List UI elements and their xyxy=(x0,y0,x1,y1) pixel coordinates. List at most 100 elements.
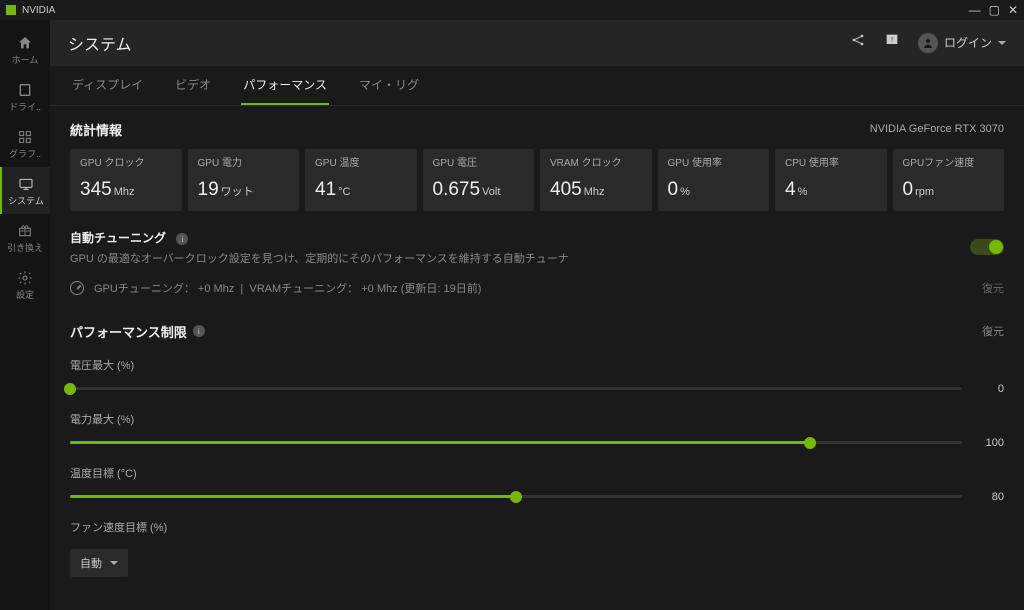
stat-label: GPU 温度 xyxy=(315,159,407,169)
auto-tune-description: GPU の最適なオーバークロック設定を見つけ、定期的にそのパフォーマンスを維持す… xyxy=(70,250,970,266)
sidebar-item-home[interactable]: ホーム xyxy=(0,26,50,73)
perf-limit-title: パフォーマンス制限 xyxy=(70,322,187,341)
stat-unit: % xyxy=(680,186,690,198)
stat-label: GPU 使用率 xyxy=(668,159,760,169)
slider-label: 温度目標 (°C) xyxy=(70,465,1004,481)
stat-unit: ワット xyxy=(221,186,254,198)
login-button[interactable]: ログイン xyxy=(918,33,1006,53)
maximize-button[interactable]: ▢ xyxy=(989,3,1000,17)
login-label: ログイン xyxy=(944,34,992,51)
stat-card: GPU 電力 19ワット xyxy=(188,149,300,211)
stat-value: 4 xyxy=(785,179,796,200)
stat-label: GPU クロック xyxy=(80,159,172,169)
gpu-name: NVIDIA GeForce RTX 3070 xyxy=(870,123,1004,135)
slider-thumb[interactable] xyxy=(510,491,522,503)
slider-value: 0 xyxy=(976,383,1004,395)
tab-myrig[interactable]: マイ・リグ xyxy=(357,66,421,105)
stat-label: GPU 電圧 xyxy=(433,159,525,169)
fan-speed-select[interactable]: 自動 xyxy=(70,549,128,577)
sidebar: ホーム ドライ.. グラフ.. システム 引き換え 設定 xyxy=(0,20,50,610)
share-icon[interactable] xyxy=(850,32,866,53)
stat-unit: Mhz xyxy=(584,186,605,198)
stats-heading: 統計情報 xyxy=(70,120,870,139)
stat-unit: % xyxy=(798,186,808,198)
sidebar-item-label: ホーム xyxy=(12,56,39,65)
sidebar-item-system[interactable]: システム xyxy=(0,167,50,214)
gear-icon xyxy=(16,269,34,287)
auto-tune-toggle[interactable] xyxy=(970,239,1004,255)
stat-unit: Volt xyxy=(482,186,500,198)
content: 統計情報 NVIDIA GeForce RTX 3070 GPU クロック 345… xyxy=(50,106,1024,610)
slider-track[interactable] xyxy=(70,387,962,390)
perf-limit-section: パフォーマンス制限 i 復元 電圧最大 (%) 0 電力最大 (%) 100 温度目標 … xyxy=(70,322,1004,577)
chevron-down-icon xyxy=(998,41,1006,45)
nvidia-logo-icon xyxy=(6,5,16,15)
chevron-down-icon xyxy=(110,561,118,565)
sidebar-item-label: システム xyxy=(8,197,44,206)
stat-unit: Mhz xyxy=(114,186,135,198)
notification-icon[interactable]: ! xyxy=(884,32,900,53)
stat-label: VRAM クロック xyxy=(550,159,642,169)
slider-group: 電圧最大 (%) 0 xyxy=(70,357,1004,395)
stat-card: GPU クロック 345Mhz xyxy=(70,149,182,211)
minimize-button[interactable]: — xyxy=(969,3,981,17)
titlebar: NVIDIA — ▢ ✕ xyxy=(0,0,1024,20)
sidebar-item-drivers[interactable]: ドライ.. xyxy=(0,73,50,120)
drivers-icon xyxy=(16,81,34,99)
sidebar-item-graphics[interactable]: グラフ.. xyxy=(0,120,50,167)
slider-group: 電力最大 (%) 100 xyxy=(70,411,1004,449)
slider-value: 100 xyxy=(976,437,1004,449)
stat-unit: °C xyxy=(338,186,350,198)
gpu-tuning-text: GPUチューニング： +0 Mhz | VRAMチューニング： +0 Mhz (… xyxy=(94,280,481,296)
stat-value: 345 xyxy=(80,179,112,200)
page-title: システム xyxy=(68,31,850,55)
stat-unit: rpm xyxy=(915,186,934,198)
slider-thumb[interactable] xyxy=(804,437,816,449)
sidebar-item-label: グラフ.. xyxy=(9,150,41,159)
sidebar-item-label: 引き換え xyxy=(7,244,43,253)
sidebar-item-redeem[interactable]: 引き換え xyxy=(0,214,50,261)
sidebar-item-label: ドライ.. xyxy=(9,103,41,112)
svg-text:!: ! xyxy=(891,37,893,44)
stat-card: GPUファン速度 0rpm xyxy=(893,149,1005,211)
stat-label: GPUファン速度 xyxy=(903,159,995,169)
slider-fill xyxy=(70,495,516,498)
toggle-knob xyxy=(989,240,1003,254)
stat-card: GPU 温度 41°C xyxy=(305,149,417,211)
slider-label: 電力最大 (%) xyxy=(70,411,1004,427)
slider-thumb[interactable] xyxy=(64,383,76,395)
tab-video[interactable]: ビデオ xyxy=(173,66,213,105)
redeem-icon xyxy=(16,222,34,240)
stat-grid: GPU クロック345MhzGPU 電力19ワットGPU 温度41°CGPU 電… xyxy=(70,149,1004,211)
stat-label: GPU 電力 xyxy=(198,159,290,169)
slider-fill xyxy=(70,441,810,444)
info-icon[interactable]: i xyxy=(176,233,188,245)
perf-limit-restore[interactable]: 復元 xyxy=(982,323,1004,339)
slider-label: 電圧最大 (%) xyxy=(70,357,1004,373)
stat-value: 19 xyxy=(198,179,219,200)
sidebar-item-settings[interactable]: 設定 xyxy=(0,261,50,308)
stat-label: CPU 使用率 xyxy=(785,159,877,169)
tab-display[interactable]: ディスプレイ xyxy=(70,66,145,105)
info-icon[interactable]: i xyxy=(193,325,205,337)
auto-tune-restore[interactable]: 復元 xyxy=(982,280,1004,296)
slider-group: 温度目標 (°C) 80 xyxy=(70,465,1004,503)
avatar-icon xyxy=(918,33,938,53)
tab-performance[interactable]: パフォーマンス xyxy=(241,66,329,105)
fan-speed-label: ファン速度目標 (%) xyxy=(70,519,1004,535)
sidebar-item-label: 設定 xyxy=(16,291,34,300)
graphics-icon xyxy=(16,128,34,146)
slider-value: 80 xyxy=(976,491,1004,503)
stat-value: 41 xyxy=(315,179,336,200)
stat-value: 0.675 xyxy=(433,179,481,200)
system-icon xyxy=(17,175,35,193)
close-button[interactable]: ✕ xyxy=(1008,3,1018,17)
stat-value: 0 xyxy=(903,179,914,200)
stat-value: 0 xyxy=(668,179,679,200)
stat-value: 405 xyxy=(550,179,582,200)
slider-track[interactable] xyxy=(70,495,962,498)
speedometer-icon xyxy=(70,281,84,295)
slider-track[interactable] xyxy=(70,441,962,444)
window-controls: — ▢ ✕ xyxy=(969,3,1018,17)
home-icon xyxy=(16,34,34,52)
